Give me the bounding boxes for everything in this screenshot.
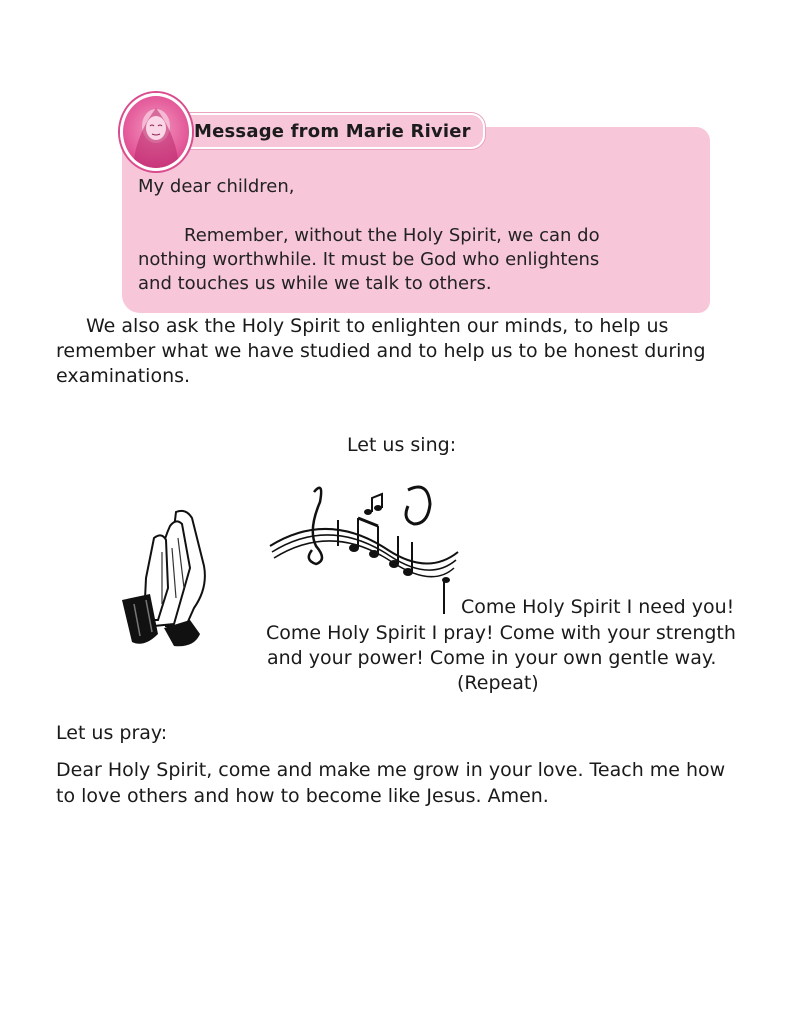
portrait-avatar-icon [120,93,192,171]
song-line: Come Holy Spirit I need you! [461,596,735,618]
paragraph-line: examinations. [56,365,191,387]
paragraph-line: remember what we have studied and to hel… [56,340,706,362]
message-greeting: My dear children, [138,176,295,197]
song-repeat: (Repeat) [457,672,539,694]
message-title: Message from Marie Rivier [194,120,471,142]
message-line: nothing worthwhile. It must be God who e… [138,249,600,270]
message-line: Remember, without the Holy Spirit, we ca… [184,225,600,246]
paragraph-holy-spirit: We also ask the Holy Spirit to enlighten… [56,314,746,389]
song-line: Come Holy Spirit I pray! Come with your … [266,622,736,644]
message-line: and touches us while we talk to others. [138,273,492,294]
message-body: Remember, without the Holy Spirit, we ca… [138,224,648,296]
paragraph-line: We also ask the Holy Spirit to enlighten… [86,315,669,337]
message-title-tab: Message from Marie Rivier [160,113,485,149]
music-notes-icon [269,485,459,614]
praying-hands-icon [122,509,206,647]
pray-heading: Let us pray: [56,722,168,744]
song-line: and your power! Come in your own gentle … [267,647,717,669]
prayer-line: Dear Holy Spirit, come and make me grow … [56,759,726,781]
sing-heading: Let us sing: [347,434,457,456]
prayer-text: Dear Holy Spirit, come and make me grow … [56,757,756,809]
prayer-line: to love others and how to become like Je… [56,785,549,807]
